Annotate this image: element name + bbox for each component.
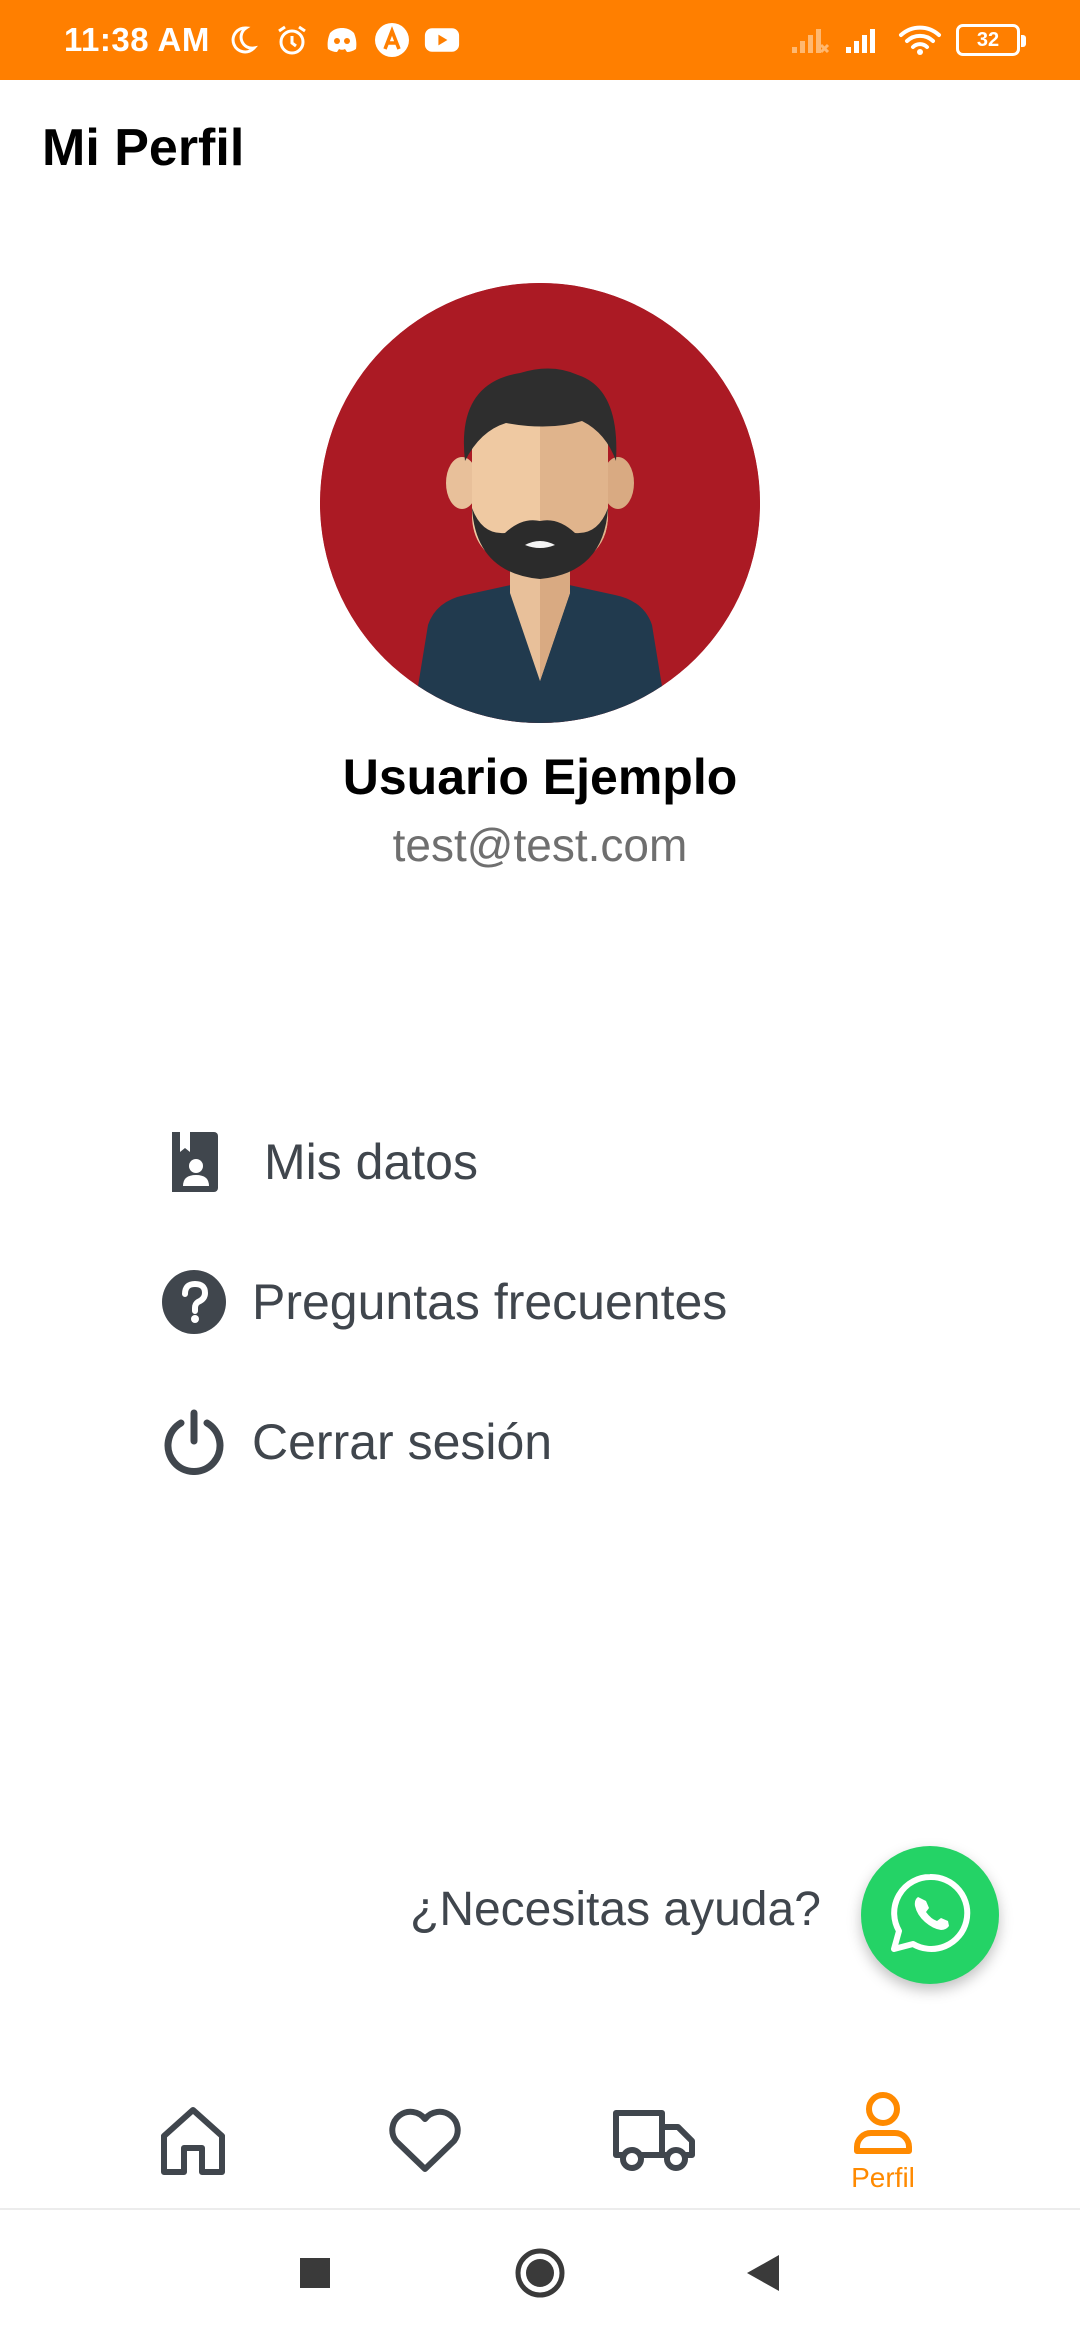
menu-item-preguntas-frecuentes[interactable]: Preguntas frecuentes bbox=[160, 1260, 960, 1344]
back-button[interactable] bbox=[708, 2210, 818, 2340]
menu-item-cerrar-sesion[interactable]: Cerrar sesión bbox=[160, 1400, 960, 1484]
whatsapp-icon bbox=[888, 1871, 972, 1960]
heart-icon bbox=[386, 2105, 464, 2180]
nav-favorites[interactable] bbox=[345, 2075, 505, 2210]
question-circle-icon bbox=[160, 1268, 228, 1336]
signal-icon bbox=[790, 22, 830, 58]
page-title: Mi Perfil bbox=[42, 119, 245, 177]
home-button[interactable] bbox=[485, 2210, 595, 2340]
power-icon bbox=[160, 1408, 228, 1476]
home-icon bbox=[158, 2104, 228, 2181]
contact-book-icon bbox=[160, 1128, 228, 1196]
home-circle-icon bbox=[514, 2247, 566, 2304]
menu-item-label: Mis datos bbox=[264, 1134, 478, 1190]
nav-profile[interactable]: Perfil bbox=[803, 2075, 963, 2210]
nav-profile-label: Perfil bbox=[851, 2162, 915, 2193]
app-a-icon bbox=[374, 22, 410, 58]
menu-item-label: Preguntas frecuentes bbox=[252, 1274, 728, 1330]
battery-icon: 32 bbox=[956, 24, 1026, 56]
wifi-icon bbox=[898, 22, 942, 58]
recents-square-icon bbox=[299, 2257, 331, 2294]
avatar-illustration bbox=[320, 283, 760, 723]
recents-button[interactable] bbox=[260, 2210, 370, 2340]
discord-icon bbox=[324, 22, 360, 58]
system-navigation-bar bbox=[0, 2210, 1080, 2340]
signal-icon bbox=[844, 22, 884, 58]
alarm-icon bbox=[274, 22, 310, 58]
user-email: test@test.com bbox=[392, 819, 688, 871]
status-bar: 11:38 AM 32 bbox=[0, 0, 1080, 80]
help-text[interactable]: ¿Necesitas ayuda? bbox=[410, 1882, 821, 1937]
status-right: 32 bbox=[790, 0, 1026, 80]
menu-item-mis-datos[interactable]: Mis datos bbox=[160, 1120, 960, 1204]
moon-icon bbox=[224, 22, 260, 58]
user-icon bbox=[851, 2091, 915, 2160]
nav-orders[interactable] bbox=[574, 2075, 734, 2210]
status-time: 11:38 AM bbox=[64, 21, 210, 58]
user-name: Usuario Ejemplo bbox=[342, 749, 738, 805]
menu-item-label: Cerrar sesión bbox=[252, 1414, 553, 1470]
back-triangle-icon bbox=[745, 2253, 781, 2298]
profile-screen: 11:38 AM 32 Mi Perfil Usuario Ejemplo te… bbox=[0, 0, 1080, 2340]
avatar bbox=[320, 283, 760, 723]
whatsapp-button[interactable] bbox=[861, 1846, 999, 1984]
bottom-navigation: Perfil bbox=[0, 2075, 1080, 2210]
youtube-icon bbox=[424, 22, 460, 58]
status-left: 11:38 AM bbox=[64, 0, 460, 80]
nav-home[interactable] bbox=[113, 2075, 273, 2210]
battery-level: 32 bbox=[976, 28, 1000, 51]
truck-icon bbox=[612, 2107, 696, 2178]
